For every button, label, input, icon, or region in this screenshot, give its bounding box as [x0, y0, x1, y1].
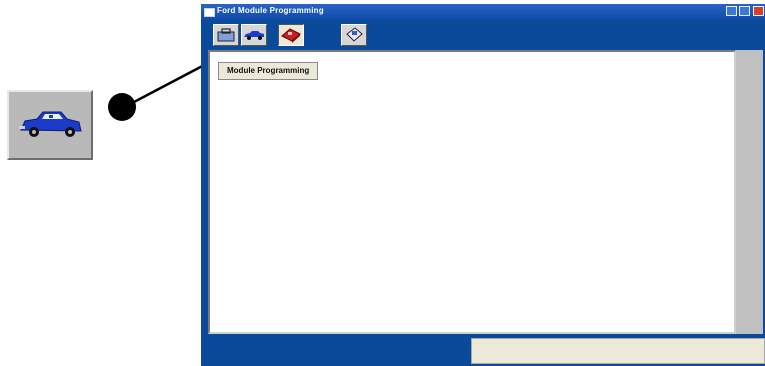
disk-icon [346, 27, 363, 42]
main-content-area: Module Programming [208, 50, 736, 334]
vehicle-icon [244, 31, 264, 40]
vehicle-button[interactable] [241, 24, 267, 46]
enlarged-vehicle-icon [7, 90, 93, 160]
title-bar: Ford Module Programming [201, 4, 765, 20]
window-title: Ford Module Programming [217, 6, 324, 15]
status-panel [471, 338, 765, 364]
status-bar [201, 338, 765, 366]
close-button[interactable] [753, 6, 764, 16]
tooltip: Module Programming [218, 62, 319, 80]
toolbox-button[interactable] [213, 24, 239, 46]
maximize-button[interactable] [739, 6, 750, 16]
module-programming-button[interactable] [278, 24, 304, 46]
disk-button[interactable] [341, 24, 367, 46]
vertical-scrollbar[interactable] [736, 50, 763, 334]
minimize-button[interactable] [726, 6, 737, 16]
callout-dot [108, 93, 136, 121]
app-window: Ford Module Programming Module Programmi… [201, 4, 765, 366]
window-icon [204, 8, 215, 17]
car-icon [19, 111, 82, 137]
toolbar [201, 20, 765, 49]
toolbox-icon [217, 28, 235, 42]
module-programming-icon [281, 28, 301, 43]
